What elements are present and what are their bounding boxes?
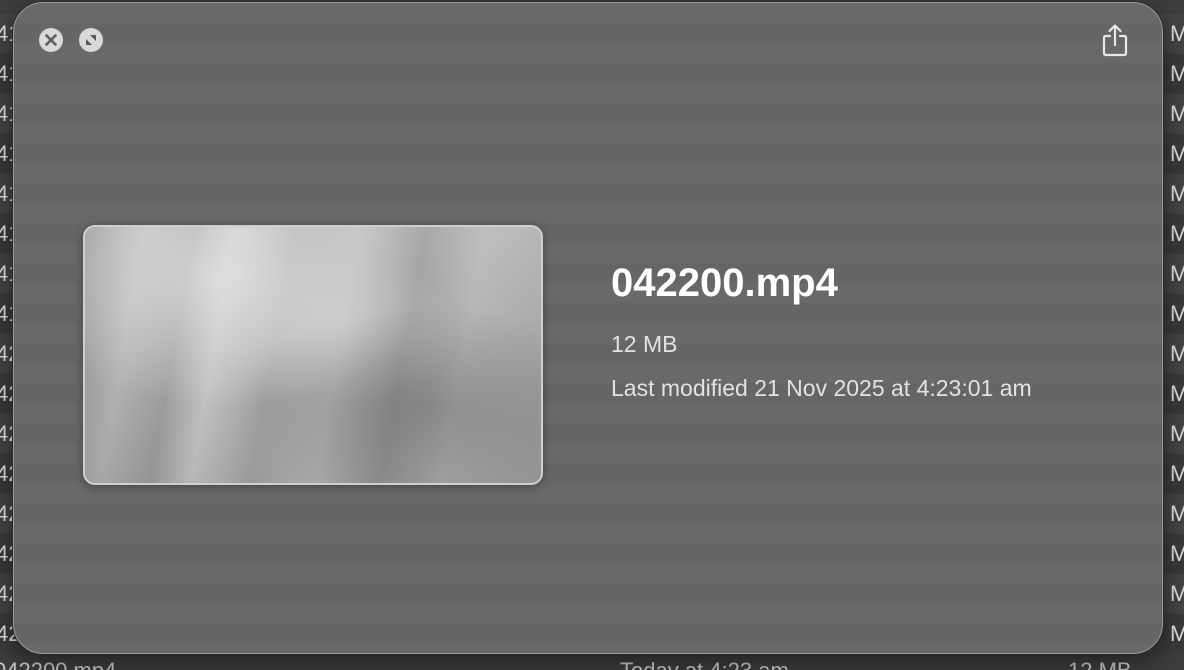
background-row-kind-fragment: M xyxy=(1170,221,1184,246)
background-row-kind-fragment: M xyxy=(1170,181,1184,206)
background-row-kind-fragment: M xyxy=(1170,461,1184,486)
background-bottom-row: 042200.mp4 Today at 4:23 am 12 MB xyxy=(0,654,1184,670)
video-thumbnail xyxy=(83,225,543,485)
share-button[interactable] xyxy=(1100,23,1130,57)
background-row-kind-fragment: M xyxy=(1170,21,1184,46)
background-row-kind-fragment: M xyxy=(1170,261,1184,286)
background-row-kind-fragment: M xyxy=(1170,541,1184,566)
background-row-kind-fragment: M xyxy=(1170,381,1184,406)
close-button[interactable] xyxy=(39,28,63,52)
bottom-row-date: Today at 4:23 am xyxy=(620,658,789,670)
background-row-kind-fragment: M xyxy=(1170,421,1184,446)
file-name: 042200.mp4 xyxy=(611,261,838,305)
background-row-kind-fragment: M xyxy=(1170,61,1184,86)
background-row-kind-fragment: M xyxy=(1170,301,1184,326)
background-row-kind-fragment: M xyxy=(1170,101,1184,126)
fullscreen-icon xyxy=(80,29,102,51)
background-row-kind-fragment: M xyxy=(1170,501,1184,526)
close-icon xyxy=(40,29,62,51)
quick-look-panel: 042200.mp4 12 MB Last modified 21 Nov 20… xyxy=(13,2,1163,654)
fullscreen-button[interactable] xyxy=(79,28,103,52)
share-icon xyxy=(1102,24,1128,57)
background-row-kind-fragment: M xyxy=(1170,581,1184,606)
background-row-kind-fragment: M xyxy=(1170,341,1184,366)
background-row-kind-fragment: M xyxy=(1170,621,1184,646)
file-size: 12 MB xyxy=(611,331,678,357)
bottom-row-name: 042200.mp4 xyxy=(0,658,116,670)
last-modified: Last modified 21 Nov 2025 at 4:23:01 am xyxy=(611,375,1032,401)
background-row-kind-fragment: M xyxy=(1170,141,1184,166)
bottom-row-size: 12 MB xyxy=(1068,658,1132,670)
